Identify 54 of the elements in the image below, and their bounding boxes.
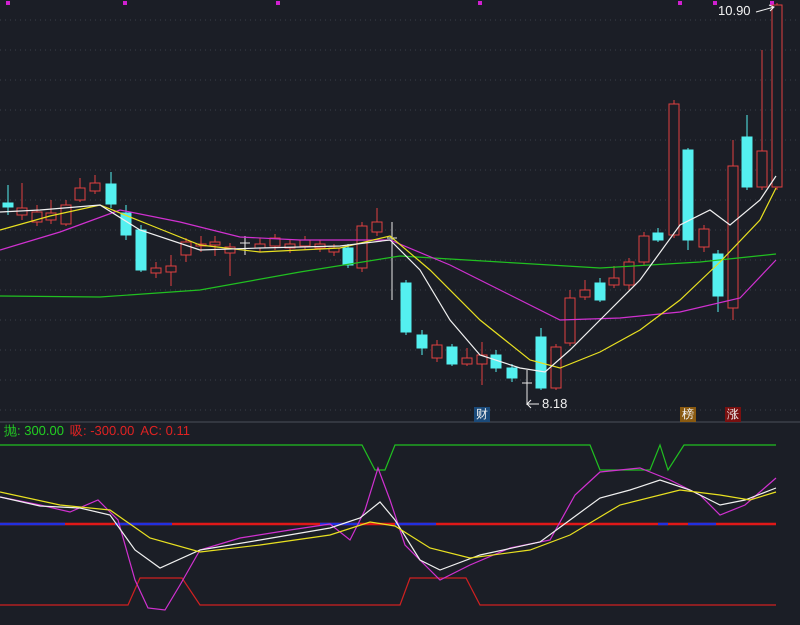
price-label: 10.90 [718, 4, 751, 17]
candlestick [372, 208, 382, 236]
candlestick [356, 222, 368, 272]
candlestick [476, 342, 488, 386]
candlestick [608, 266, 620, 288]
candlestick [638, 232, 650, 266]
candlestick [400, 280, 412, 336]
arrow-icon [526, 400, 540, 408]
arrow-icon [756, 4, 775, 12]
legend-label: AC: 0.11 [140, 424, 190, 437]
candlestick [652, 228, 664, 242]
candlestick [328, 244, 340, 256]
candlestick [284, 240, 296, 254]
candlestick [698, 224, 710, 252]
candlestick [150, 262, 162, 278]
candlestick [90, 174, 100, 194]
candlestick [196, 236, 206, 252]
candlestick [136, 224, 146, 272]
candlestick [594, 278, 606, 302]
candlestick [300, 236, 310, 250]
candlestick [224, 242, 236, 276]
candlestick [120, 204, 132, 240]
legend-label: 抛: 300.00 [4, 424, 64, 437]
candlestick [32, 204, 42, 226]
price-label: 8.18 [542, 397, 568, 410]
candlestick [624, 258, 634, 290]
candlestick [74, 178, 86, 202]
candlestick [446, 344, 458, 366]
candlestick [416, 330, 428, 356]
event-badge: 涨 [725, 407, 741, 422]
candlestick [16, 182, 28, 220]
candlestick [270, 234, 280, 250]
candlestick [432, 340, 442, 362]
candlestick [2, 184, 14, 216]
candlestick [254, 238, 266, 252]
candlestick [536, 328, 546, 390]
candlestick [166, 254, 176, 286]
candlestick [240, 236, 250, 256]
event-badge: 财 [474, 407, 490, 422]
candlestick [490, 350, 502, 372]
candlestick [180, 238, 192, 262]
candlestick [580, 280, 590, 300]
candlestick [46, 200, 56, 224]
candlestick [462, 348, 472, 366]
candlestick [712, 250, 724, 312]
candlestick [314, 240, 326, 252]
candlestick [522, 370, 532, 406]
candlestick [506, 364, 518, 382]
candlestick [564, 290, 576, 346]
legend-label: 吸: -300.00 [70, 424, 134, 437]
candlestick [210, 236, 220, 256]
candlestick [550, 344, 562, 390]
candlestick [106, 172, 116, 208]
event-badge: 榜 [680, 407, 696, 422]
